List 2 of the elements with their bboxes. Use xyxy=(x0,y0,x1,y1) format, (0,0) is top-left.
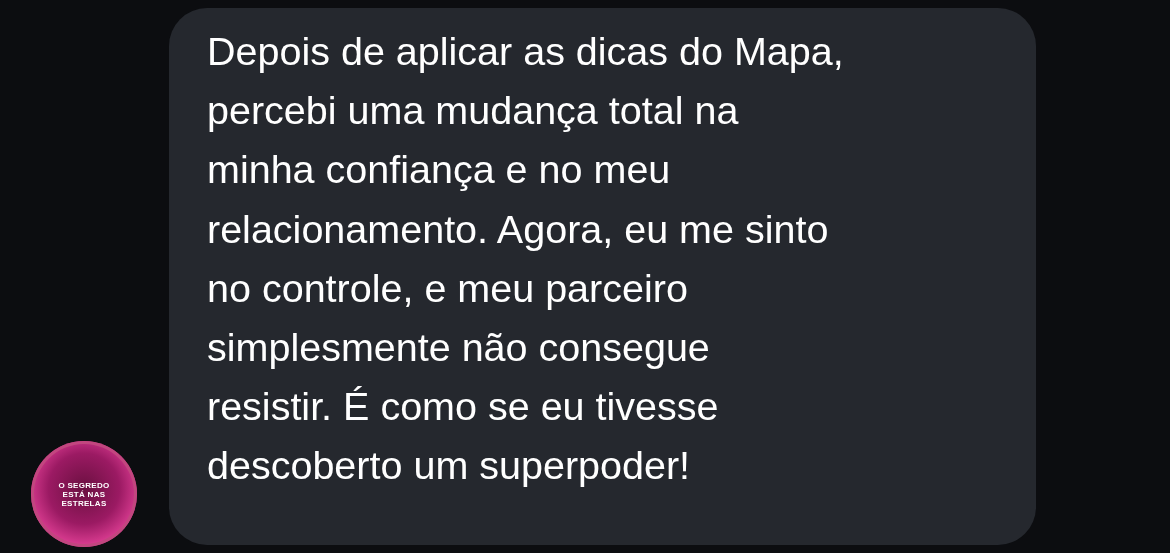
message-text: Depois de aplicar as dicas do Mapa, percebi uma mudança total na minha confiança e no meu relacionamento. Agora, eu me sinto no controle, e meu parceiro simplesmente não consegue resistir. É como se eu tivesse descoberto um superpoder! xyxy=(207,28,845,490)
logo-text: O SEGREDO ESTÁ NAS ESTRELAS xyxy=(58,480,110,508)
